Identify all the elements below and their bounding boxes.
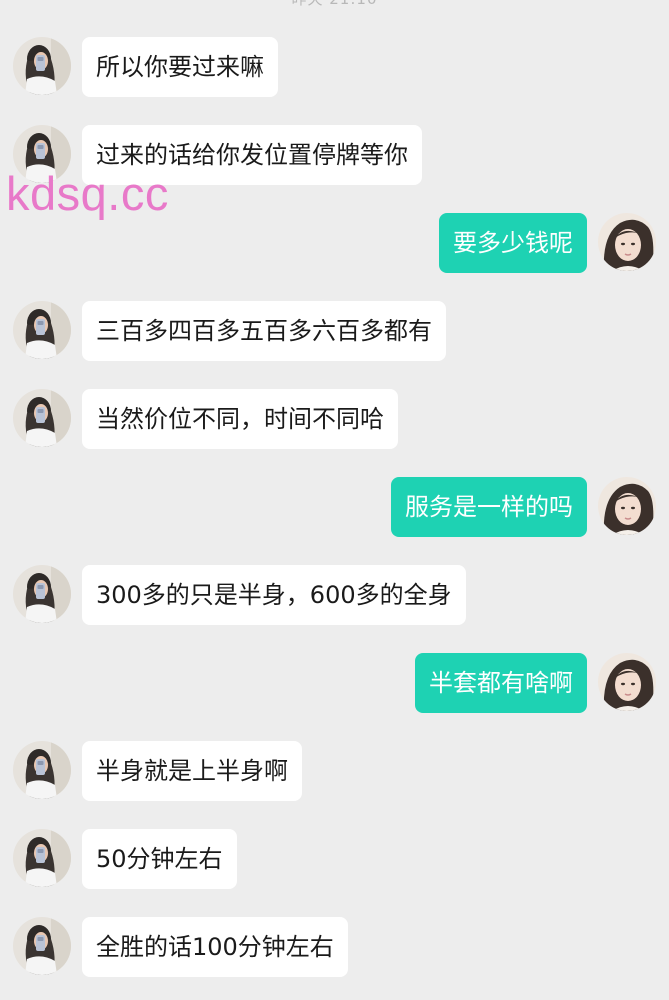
message-row: 服务是一样的吗	[0, 477, 669, 537]
incoming-message-bubble[interactable]: 三百多四百多五百多六百多都有	[82, 301, 446, 361]
incoming-message-bubble[interactable]: 当然价位不同，时间不同哈	[82, 389, 398, 449]
contact-avatar[interactable]	[13, 917, 71, 975]
incoming-message-bubble[interactable]: 全胜的话100分钟左右	[82, 917, 348, 977]
contact-avatar[interactable]	[13, 37, 71, 95]
message-row: 所以你要过来嘛	[0, 37, 669, 97]
outgoing-message-bubble[interactable]: 要多少钱呢	[439, 213, 587, 273]
incoming-message-bubble[interactable]: 半身就是上半身啊	[82, 741, 302, 801]
self-avatar[interactable]	[598, 213, 656, 271]
message-row: 50分钟左右	[0, 829, 669, 889]
chat-timestamp: 昨天 21:10	[0, 0, 669, 9]
message-row: 当然价位不同，时间不同哈	[0, 389, 669, 449]
message-row: 要多少钱呢	[0, 213, 669, 273]
contact-avatar[interactable]	[13, 741, 71, 799]
message-row: 全胜的话100分钟左右	[0, 917, 669, 977]
self-avatar[interactable]	[598, 653, 656, 711]
outgoing-message-bubble[interactable]: 半套都有啥啊	[415, 653, 587, 713]
message-row: 三百多四百多五百多六百多都有	[0, 301, 669, 361]
incoming-message-bubble[interactable]: 所以你要过来嘛	[82, 37, 278, 97]
watermark-text: kdsq.cc	[6, 167, 169, 220]
message-row: 半套都有啥啊	[0, 653, 669, 713]
contact-avatar[interactable]	[13, 829, 71, 887]
incoming-message-bubble[interactable]: 50分钟左右	[82, 829, 237, 889]
self-avatar[interactable]	[598, 477, 656, 535]
incoming-message-bubble[interactable]: 300多的只是半身，600多的全身	[82, 565, 466, 625]
message-row: 半身就是上半身啊	[0, 741, 669, 801]
contact-avatar[interactable]	[13, 389, 71, 447]
contact-avatar[interactable]	[13, 301, 71, 359]
contact-avatar[interactable]	[13, 565, 71, 623]
outgoing-message-bubble[interactable]: 服务是一样的吗	[391, 477, 587, 537]
message-row: 300多的只是半身，600多的全身	[0, 565, 669, 625]
